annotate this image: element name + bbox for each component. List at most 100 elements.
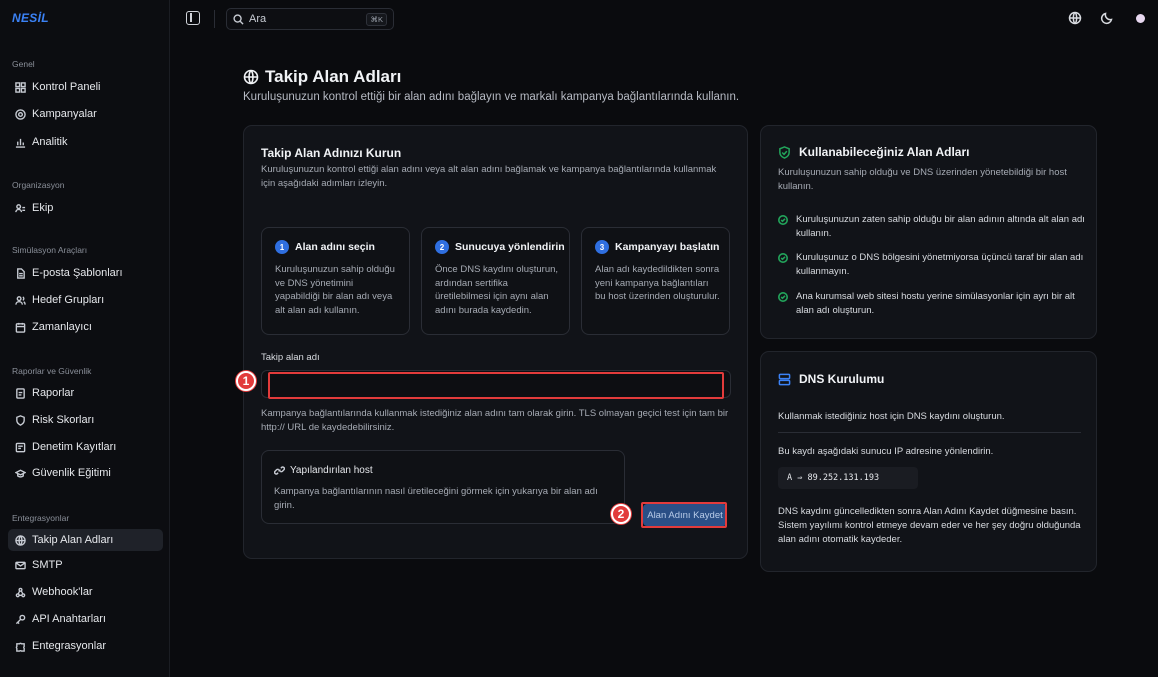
- search-input[interactable]: [249, 13, 359, 25]
- step-body: Kuruluşunuzun sahip olduğu ve DNS yöneti…: [275, 264, 395, 316]
- sidebar: NESİL Genel Kontrol Paneli Kampanyalar A…: [0, 0, 170, 677]
- theme-moon-icon[interactable]: [1100, 11, 1114, 25]
- dns-line-2: Bu kaydı aşağıdaki sunucu IP adresine yö…: [778, 446, 994, 457]
- sidebar-item-analitik[interactable]: Analitik: [8, 131, 163, 153]
- sidebar-item-api-anahtarlari[interactable]: API Anahtarları: [8, 608, 163, 630]
- save-domain-button[interactable]: Alan Adını Kaydet: [643, 504, 727, 526]
- step-body: Alan adı kaydedildikten sonra yeni kampa…: [595, 264, 720, 302]
- calendar-icon: [14, 321, 26, 333]
- users-icon: [14, 294, 26, 306]
- divider: [778, 432, 1081, 433]
- sidebar-item-guvenlik-egitimi[interactable]: Güvenlik Eğitimi: [8, 462, 163, 484]
- dns-setup-title-text: DNS Kurulumu: [799, 372, 885, 386]
- sidebar-item-takip-alan-adlari[interactable]: Takip Alan Adları: [8, 529, 163, 551]
- page-title: Takip Alan Adları: [243, 67, 401, 87]
- available-domains-description: Kuruluşunuzun sahip olduğu ve DNS üzerin…: [778, 167, 1067, 192]
- sidebar-item-kontrol-paneli[interactable]: Kontrol Paneli: [8, 76, 163, 98]
- target-icon: [14, 108, 26, 120]
- brand-logo[interactable]: NESİL: [12, 11, 49, 25]
- list-item-text: Ana kurumsal web sitesi hostu yerine sim…: [796, 291, 1075, 316]
- sidebar-item-label: Hedef Grupları: [32, 294, 105, 306]
- shield-check-icon: [779, 145, 790, 159]
- annotation-marker-2: 2: [611, 504, 631, 524]
- available-domains-title-text: Kullanabileceğiniz Alan Adları: [799, 145, 970, 159]
- step-title: Kampanyayı başlatın: [615, 241, 720, 253]
- server-icon: [778, 373, 791, 385]
- sidebar-item-label: Kontrol Paneli: [32, 81, 101, 93]
- sidebar-item-label: Raporlar: [32, 387, 75, 399]
- nav-section-entegrasyonlar: Entegrasyonlar: [12, 513, 70, 523]
- language-globe-icon[interactable]: [1068, 11, 1082, 25]
- nav-section-organizasyon: Organizasyon: [12, 180, 65, 190]
- nav-section-genel: Genel: [12, 59, 35, 69]
- sidebar-item-hedef-gruplari[interactable]: Hedef Grupları: [8, 289, 163, 311]
- report-icon: [14, 387, 26, 399]
- search-shortcut-badge: ⌘K: [366, 13, 387, 26]
- dns-setup-title: DNS Kurulumu: [778, 372, 884, 386]
- top-bar: ⌘K: [170, 0, 1158, 38]
- list-item: Kuruluşunuzun zaten sahip olduğu bir ala…: [778, 213, 1090, 241]
- globe-icon: [243, 69, 259, 85]
- sidebar-item-label: Entegrasyonlar: [32, 640, 106, 652]
- sidebar-item-label: Takip Alan Adları: [32, 534, 114, 546]
- check-circle-icon: [778, 215, 788, 225]
- globe-icon: [14, 534, 26, 546]
- configured-host-title: Yapılandırılan host: [274, 465, 373, 476]
- top-divider: [214, 10, 215, 28]
- step-card-1: 1 Alan adını seçin Kuruluşunuzun sahip o…: [261, 227, 410, 335]
- team-icon: [14, 202, 26, 214]
- step-title: Sunucuya yönlendirin: [455, 241, 565, 253]
- dns-setup-card: DNS Kurulumu Kullanmak istediğiniz host …: [760, 351, 1097, 572]
- puzzle-icon: [14, 640, 26, 652]
- step-body: Önce DNS kaydını oluşturun, ardından ser…: [435, 264, 559, 316]
- dns-note: DNS kaydını güncelledikten sonra Alan Ad…: [778, 506, 1081, 545]
- configured-host-title-text: Yapılandırılan host: [290, 465, 373, 476]
- dns-line-1: Kullanmak istediğiniz host için DNS kayd…: [778, 411, 1005, 422]
- list-item: Kuruluşunuz o DNS bölgesini yönetmiyorsa…: [778, 251, 1090, 279]
- file-icon: [14, 267, 26, 279]
- configured-host-box: Yapılandırılan host Kampanya bağlantılar…: [261, 450, 625, 524]
- sidebar-item-label: API Anahtarları: [32, 613, 106, 625]
- sidebar-item-kampanyalar[interactable]: Kampanyalar: [8, 103, 163, 125]
- mail-icon: [14, 559, 26, 571]
- available-domains-card: Kullanabileceğiniz Alan Adları Kuruluşun…: [760, 125, 1097, 339]
- list-item-text: Kuruluşunuzun zaten sahip olduğu bir ala…: [796, 214, 1085, 239]
- sidebar-item-label: Kampanyalar: [32, 108, 97, 120]
- step-number-badge: 2: [435, 240, 449, 254]
- available-domains-title: Kullanabileceğiniz Alan Adları: [778, 145, 969, 159]
- graduation-cap-icon: [14, 467, 26, 479]
- sidebar-item-smtp[interactable]: SMTP: [8, 554, 163, 576]
- sidebar-item-label: Webhook'lar: [32, 586, 93, 598]
- dashboard-icon: [14, 81, 26, 93]
- sidebar-item-denetim-kayitlari[interactable]: Denetim Kayıtları: [8, 436, 163, 458]
- sidebar-item-label: Ekip: [32, 202, 54, 214]
- step-card-3: 3 Kampanyayı başlatın Alan adı kaydedild…: [581, 227, 730, 335]
- sidebar-item-label: E-posta Şablonları: [32, 267, 123, 279]
- sidebar-item-label: Zamanlayıcı: [32, 321, 92, 333]
- search-box[interactable]: ⌘K: [226, 8, 394, 30]
- webhook-icon: [14, 586, 26, 598]
- sidebar-item-label: Analitik: [32, 136, 68, 148]
- search-icon: [233, 13, 244, 25]
- sidebar-toggle-icon[interactable]: [186, 11, 200, 25]
- configured-host-description: Kampanya bağlantılarının nasıl üretilece…: [274, 486, 598, 511]
- sidebar-item-entegrasyonlar[interactable]: Entegrasyonlar: [8, 635, 163, 657]
- shield-icon: [14, 414, 26, 426]
- sidebar-item-raporlar[interactable]: Raporlar: [8, 382, 163, 404]
- sidebar-item-risk-skorlari[interactable]: Risk Skorları: [8, 409, 163, 431]
- sidebar-item-webhooks[interactable]: Webhook'lar: [8, 581, 163, 603]
- step-number-badge: 3: [595, 240, 609, 254]
- sidebar-item-zamanlayici[interactable]: Zamanlayıcı: [8, 316, 163, 338]
- list-item: Ana kurumsal web sitesi hostu yerine sim…: [778, 290, 1090, 318]
- tracking-domain-label: Takip alan adı: [261, 352, 320, 363]
- sidebar-item-label: SMTP: [32, 559, 63, 571]
- sidebar-item-ekip[interactable]: Ekip: [8, 197, 163, 219]
- step-title: Alan adını seçin: [295, 241, 375, 253]
- dns-record-code: A ⇒ 89.252.131.193: [778, 467, 918, 489]
- sidebar-item-e-posta-sablonlari[interactable]: E-posta Şablonları: [8, 262, 163, 284]
- sidebar-item-label: Denetim Kayıtları: [32, 441, 117, 453]
- tracking-domain-help: Kampanya bağlantılarında kullanmak isted…: [261, 408, 729, 433]
- tracking-domain-input[interactable]: [261, 370, 731, 398]
- setup-card: Takip Alan Adınızı Kurun Kuruluşunuzun k…: [243, 125, 748, 559]
- avatar[interactable]: [1136, 14, 1145, 23]
